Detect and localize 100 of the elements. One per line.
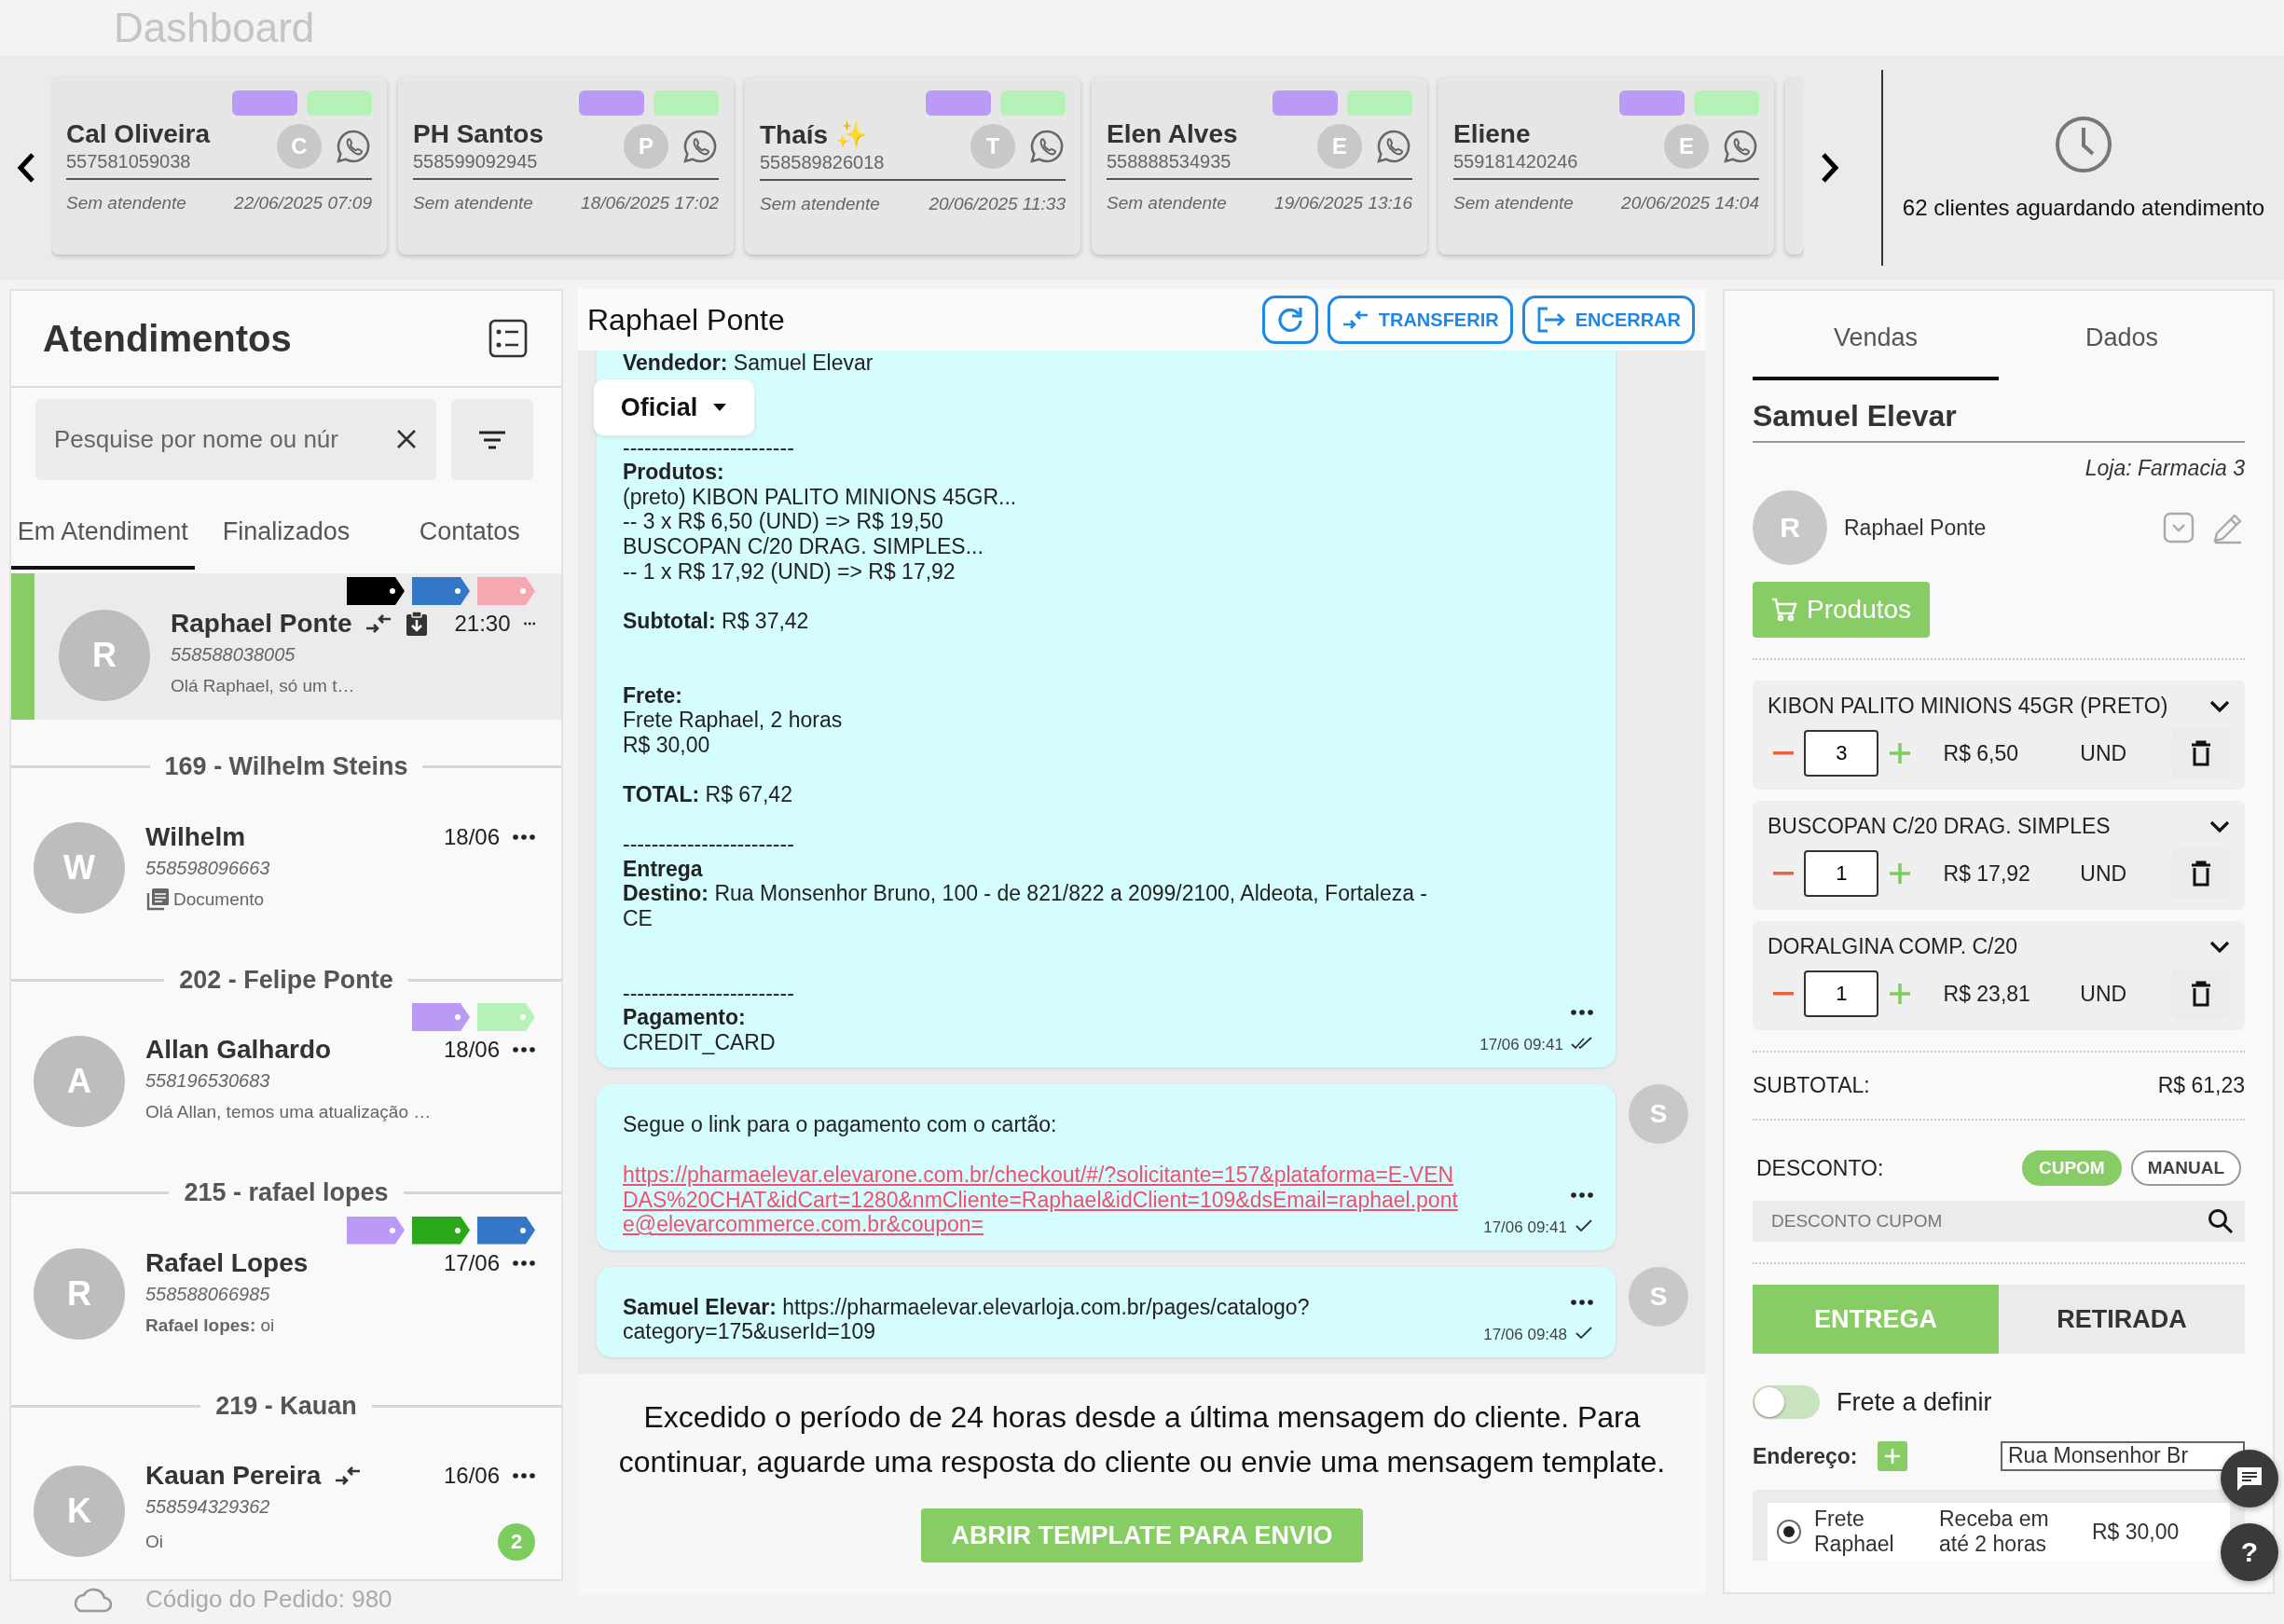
product-price: R$ 6,50 (1943, 740, 2020, 766)
product-name: DORALGINA COMP. C/20 (1768, 934, 2017, 959)
quantity-field[interactable]: 3 (1804, 730, 1879, 777)
unread-badge: 2 (498, 1523, 535, 1561)
conversation-item[interactable]: R Raphael Ponte 21:30 558588038005 Olá Raphael, só um t… (11, 573, 561, 720)
message-time: 17/06 09:41 (1483, 1218, 1567, 1237)
whatsapp-icon[interactable] (1028, 128, 1066, 165)
check-icon (1575, 1327, 1593, 1340)
more-icon[interactable] (513, 1259, 535, 1266)
contact-name: Cal Oliveira (66, 119, 212, 149)
trash-icon (2190, 860, 2211, 887)
message-preview: Oi (145, 1532, 163, 1552)
more-icon[interactable] (513, 833, 535, 840)
quantity-field[interactable]: 1 (1804, 850, 1879, 897)
chevron-down-icon[interactable] (2209, 699, 2230, 713)
transfer-icon (334, 1466, 363, 1486)
message-preview: Olá Raphael, só um t… (171, 676, 355, 696)
delete-button[interactable] (2171, 728, 2230, 778)
more-icon[interactable] (523, 621, 535, 626)
transfer-icon (1341, 310, 1369, 330)
close-icon[interactable] (395, 428, 419, 450)
contact-name: PH Santos (413, 119, 545, 149)
card-date: 22/06/2025 07:09 (234, 193, 372, 213)
message-preview: Documento (173, 888, 265, 910)
minus-icon (1772, 872, 1794, 875)
store-label: Loja: Farmacia 3 (2084, 455, 2245, 481)
filter-button[interactable] (451, 399, 533, 480)
caret-icon (712, 403, 728, 412)
more-icon[interactable] (1571, 1191, 1593, 1198)
more-icon[interactable] (513, 1473, 535, 1479)
quantity-field[interactable]: 1 (1804, 970, 1879, 1017)
card-date: 20/06/2025 11:33 (929, 194, 1066, 214)
tab[interactable]: Em Atendiment (11, 480, 195, 570)
search-icon[interactable] (2208, 1208, 2234, 1234)
product-name: BUSCOPAN C/20 DRAG. SIMPLES (1768, 814, 2111, 839)
search-field[interactable]: Pesquise por nome ou núr (35, 399, 437, 480)
chevron-down-icon[interactable] (2209, 819, 2230, 833)
discount-mode-button[interactable]: MANUAL (2130, 1150, 2241, 1186)
plus-icon (1884, 1448, 1902, 1465)
message-preview: Rafael lopes: oi (145, 1314, 275, 1336)
tab[interactable]: Contatos (378, 480, 561, 570)
trash-icon (2190, 981, 2211, 1007)
contact-name: Eliene (1453, 119, 1532, 149)
message-time: 17/06 09:48 (1483, 1326, 1567, 1344)
address-select[interactable]: Rua Monsenhor Br (2001, 1441, 2245, 1471)
more-icon[interactable] (513, 1047, 535, 1053)
shipping-option[interactable]: Frete Raphael Receba em até 2 horas R$ 30,00 (1768, 1503, 2230, 1561)
coupon-field[interactable]: DESCONTO CUPOM (1753, 1201, 2245, 1242)
radio-button[interactable] (1777, 1520, 1801, 1544)
list-icon[interactable] (488, 319, 528, 358)
avatar: R (34, 1248, 125, 1340)
tab[interactable]: Dados (1999, 291, 2245, 380)
phone-number: 558588066985 (145, 1283, 271, 1305)
group-heading: 169 - Wilhelm Steins (164, 752, 408, 782)
card-date: 20/06/2025 14:04 (1621, 193, 1759, 213)
refresh-button[interactable] (1261, 296, 1318, 344)
toggle-switch[interactable] (1753, 1385, 1820, 1419)
transfer-icon (365, 613, 393, 634)
avatar: R (59, 609, 150, 701)
plus-icon (1888, 862, 1911, 885)
shipping-eta: Receba em até 2 horas (1939, 1507, 2050, 1557)
toggle-label: Frete a definir (1837, 1387, 1992, 1417)
avatar: K (34, 1465, 125, 1557)
minus-icon (1772, 992, 1794, 996)
clock-icon (2054, 115, 2113, 174)
delete-button[interactable] (2171, 969, 2230, 1019)
pdf-icon (145, 887, 170, 912)
conversation-item[interactable]: A Allan Galhardo 18/06 558196530683 Olá Allan, temos uma atualização … (11, 999, 561, 1146)
phone-number: 558888534935 (1107, 151, 1232, 172)
chevron-down-icon[interactable] (2209, 940, 2230, 954)
conversation-item[interactable]: W Wilhelm 18/06 558598096663 Documento (11, 786, 561, 933)
filter-icon (478, 429, 507, 450)
contact-name: Kauan Pereira (145, 1461, 322, 1491)
tab[interactable]: Finalizados (194, 480, 378, 570)
conversation-item[interactable]: R Rafael Lopes 17/06 558588066985 Rafael lopes: oi (11, 1212, 561, 1359)
shipping-name: Frete Raphael (1814, 1507, 1895, 1557)
seller-name: Samuel Elevar (1753, 380, 2245, 443)
avatar: A (34, 1035, 125, 1127)
channel-dropdown[interactable]: Oficial (594, 379, 754, 435)
shipping-price: R$ 30,00 (2092, 1519, 2180, 1545)
message-time: 16/06 (443, 1463, 500, 1489)
minus-icon (1772, 751, 1794, 755)
more-icon[interactable] (1571, 1300, 1593, 1305)
contact-name: Thaís ✨ (760, 119, 869, 150)
agent-label: Sem atendente (1453, 193, 1574, 213)
group-heading: 215 - rafael lopes (184, 1178, 389, 1208)
discount-label: DESCONTO: (1756, 1155, 1885, 1181)
help-button[interactable]: ? (2221, 1523, 2278, 1581)
transfer-button[interactable]: TRANSFERIR (1327, 296, 1513, 344)
more-icon[interactable] (1571, 1010, 1593, 1016)
group-heading: 219 - Kauan (215, 1391, 357, 1421)
customer-name: Raphael Ponte (1844, 515, 1988, 541)
agent-label: Sem atendente (413, 193, 533, 213)
delivery-option[interactable]: RETIRADA (1999, 1285, 2245, 1354)
refresh-icon (1275, 306, 1304, 334)
end-chat-button[interactable]: ENCERRAR (1521, 296, 1695, 344)
tab[interactable]: Vendas (1753, 291, 1999, 380)
chat-button[interactable] (2221, 1450, 2278, 1507)
conversation-item[interactable]: K Kauan Pereira 16/06 558594329362 Oi 2 (11, 1425, 561, 1579)
delete-button[interactable] (2171, 848, 2230, 899)
